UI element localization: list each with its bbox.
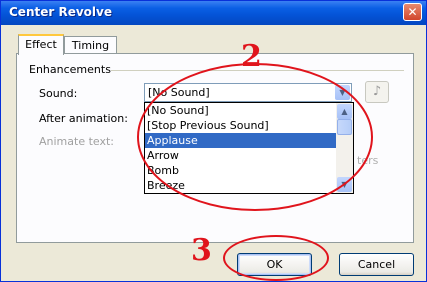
close-icon[interactable]: ✕ — [403, 3, 422, 21]
speaker-icon[interactable]: ♪ — [365, 81, 389, 103]
cancel-button[interactable]: Cancel — [339, 253, 414, 276]
annotation-number-3: 3 — [191, 233, 212, 268]
title-bar[interactable]: Center Revolve ✕ — [1, 1, 426, 25]
enhancements-group-label: Enhancements — [29, 63, 114, 76]
animate-text-label: Animate text: — [39, 135, 115, 148]
annotation-number-2: 2 — [241, 39, 262, 74]
tab-effect[interactable]: Effect — [18, 34, 64, 55]
tab-timing[interactable]: Timing — [64, 36, 117, 54]
annotation-ring-2 — [137, 63, 373, 211]
window-title: Center Revolve — [9, 5, 112, 19]
dialog-window: Center Revolve ✕ Effect Timing Enhanceme… — [0, 0, 427, 282]
annotation-ring-3 — [223, 235, 329, 281]
sound-label: Sound: — [39, 87, 78, 100]
after-animation-label: After animation: — [39, 112, 128, 125]
